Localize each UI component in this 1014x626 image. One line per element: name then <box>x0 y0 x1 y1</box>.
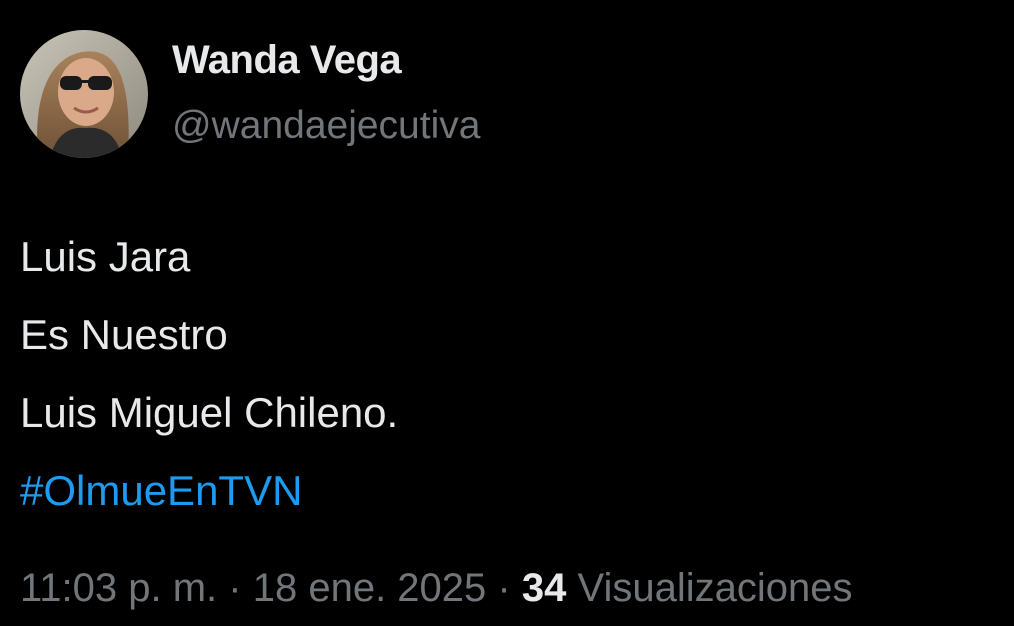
views-count: 34 <box>521 566 567 610</box>
meta-separator: · <box>497 566 511 610</box>
author-display-name[interactable]: Wanda Vega <box>172 38 402 83</box>
user-avatar-photo-icon <box>20 30 148 158</box>
tweet-time[interactable]: 11:03 p. m. <box>20 566 217 610</box>
tweet-text-line: Luis Jara <box>20 233 191 280</box>
views-label: Visualizaciones <box>577 566 853 610</box>
tweet-text-line: Es Nuestro <box>20 311 228 358</box>
tweet-date[interactable]: 18 ene. 2025 <box>253 566 487 610</box>
tweet-hashtag-line: #OlmueEnTVN <box>20 452 980 530</box>
tweet-text: Luis Jara Es Nuestro Luis Miguel Chileno… <box>20 218 980 530</box>
author-handle[interactable]: @wandaejecutiva <box>172 104 480 148</box>
tweet-card: Wanda Vega @wandaejecutiva Luis Jara Es … <box>0 0 1014 626</box>
tweet-metadata: 11:03 p. m. · 18 ene. 2025 · 34 Visualiz… <box>20 566 852 611</box>
hashtag-link[interactable]: #OlmueEnTVN <box>20 467 302 514</box>
author-avatar[interactable] <box>20 30 148 158</box>
meta-separator: · <box>228 566 242 610</box>
tweet-text-line: Luis Miguel Chileno. <box>20 389 399 436</box>
